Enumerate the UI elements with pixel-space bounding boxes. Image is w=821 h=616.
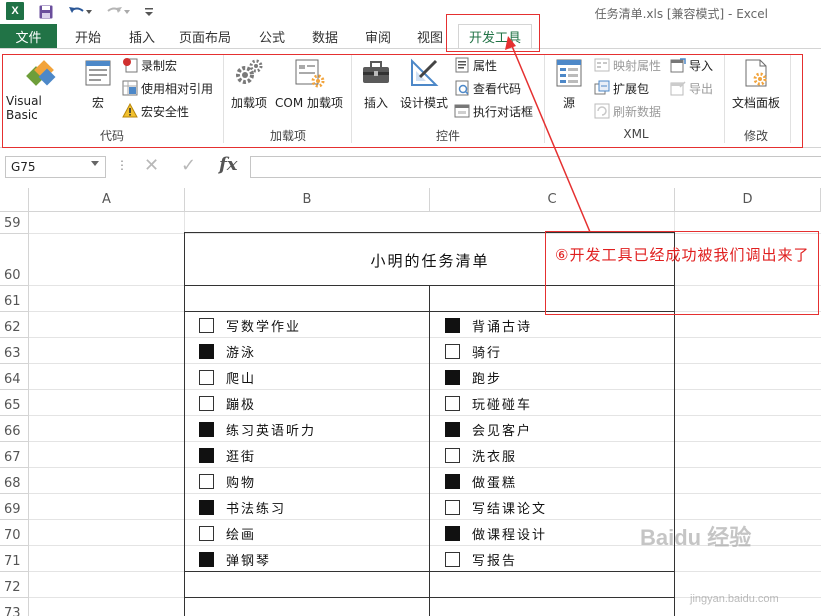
baidu-watermark: Baidu 经验 <box>640 525 752 550</box>
annotation-text: ⑥开发工具已经成功被我们调出来了 <box>555 246 810 264</box>
baidu-watermark-url: jingyan.baidu.com <box>690 593 779 605</box>
